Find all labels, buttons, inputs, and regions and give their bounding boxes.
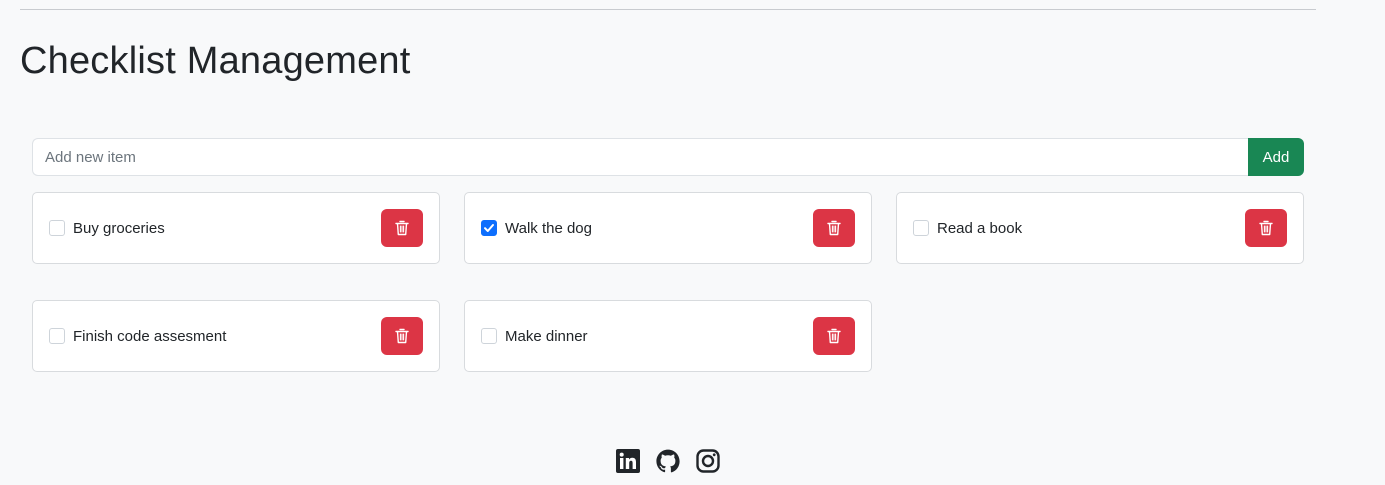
check-icon — [484, 224, 494, 232]
item-label: Make dinner — [505, 327, 588, 345]
social-links — [616, 449, 720, 473]
item-label: Finish code assesment — [73, 327, 227, 345]
item-checkbox[interactable] — [913, 220, 929, 236]
checklist-item: Make dinner — [464, 300, 872, 372]
instagram-icon — [696, 449, 720, 473]
checklist-item: Buy groceries — [32, 192, 440, 264]
item-label: Read a book — [937, 219, 1023, 237]
item-checkbox[interactable] — [481, 328, 497, 344]
trash-icon — [395, 220, 409, 236]
trash-icon — [827, 328, 841, 344]
trash-icon — [1259, 220, 1273, 236]
add-item-form: Add — [32, 138, 1304, 176]
top-divider — [20, 9, 1316, 10]
delete-button[interactable] — [1245, 209, 1287, 247]
checklist-item: Read a book — [896, 192, 1304, 264]
delete-button[interactable] — [813, 209, 855, 247]
github-link[interactable] — [656, 449, 680, 473]
add-button[interactable]: Add — [1248, 138, 1304, 176]
page-title: Checklist Management — [20, 40, 411, 82]
instagram-link[interactable] — [696, 449, 720, 473]
trash-icon — [827, 220, 841, 236]
delete-button[interactable] — [381, 209, 423, 247]
linkedin-link[interactable] — [616, 449, 640, 473]
linkedin-icon — [616, 449, 640, 473]
checklist-item: Finish code assesment — [32, 300, 440, 372]
github-icon — [656, 449, 680, 473]
item-label: Buy groceries — [73, 219, 165, 237]
item-checkbox[interactable] — [49, 328, 65, 344]
delete-button[interactable] — [381, 317, 423, 355]
add-item-input[interactable] — [32, 138, 1248, 176]
trash-icon — [395, 328, 409, 344]
item-label: Walk the dog — [505, 219, 592, 237]
checklist-item: Walk the dog — [464, 192, 872, 264]
item-checkbox[interactable] — [481, 220, 497, 236]
delete-button[interactable] — [813, 317, 855, 355]
item-checkbox[interactable] — [49, 220, 65, 236]
